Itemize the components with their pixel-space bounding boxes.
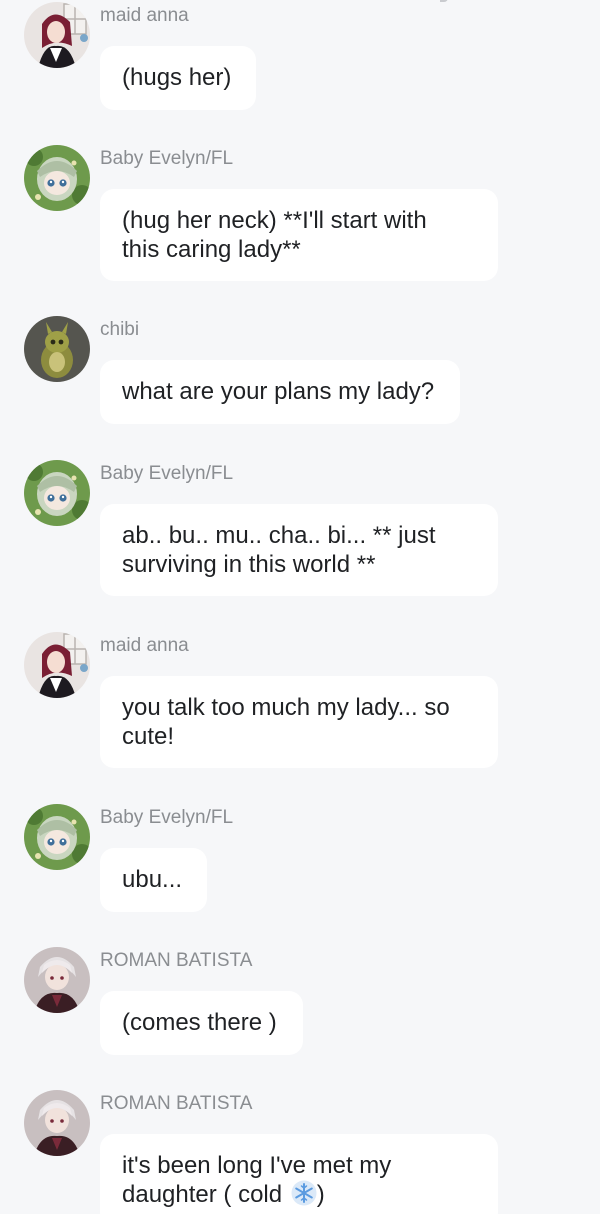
message-bubble[interactable]: (comes there ) xyxy=(100,991,303,1055)
message-text-suffix: ) xyxy=(316,1181,325,1208)
message-bubble[interactable]: you talk too much my lady... so cute! xyxy=(100,676,498,768)
sender-name: maid anna xyxy=(100,5,189,26)
baby-evelyn-avatar[interactable] xyxy=(24,804,90,870)
sender-name: Baby Evelyn/FL xyxy=(100,148,234,169)
message-text: ubu... xyxy=(122,866,183,893)
message-text: what are your plans my lady? xyxy=(122,378,435,405)
message-text: you talk too much my lady... so cute! xyxy=(122,694,450,750)
roman-batista-avatar[interactable] xyxy=(24,1090,90,1156)
message-bubble[interactable]: it's been long I've met my daughter ( co… xyxy=(100,1134,498,1214)
sender-name: ROMAN BATISTA xyxy=(100,950,253,971)
baby-evelyn-avatar[interactable] xyxy=(24,460,90,526)
chibi-avatar[interactable] xyxy=(24,316,90,382)
sender-name: chibi xyxy=(100,319,140,340)
message-text: (comes there ) xyxy=(122,1009,277,1036)
roman-batista-avatar[interactable] xyxy=(24,947,90,1013)
message-bubble[interactable]: (hugs her) xyxy=(100,46,256,110)
message-bubble[interactable]: (hug her neck) **I'll start with this ca… xyxy=(100,189,498,281)
baby-evelyn-avatar[interactable] xyxy=(24,145,90,211)
maid-anna-avatar[interactable] xyxy=(24,2,90,68)
message-text: (hugs her) xyxy=(122,64,232,91)
message-text: it's been long I've met my daughter ( co… xyxy=(122,1152,392,1208)
message-bubble[interactable]: ab.. bu.. mu.. cha.. bi... ** just survi… xyxy=(100,504,498,596)
sender-name: Baby Evelyn/FL xyxy=(100,807,234,828)
maid-anna-avatar[interactable] xyxy=(24,632,90,698)
snowflake-icon xyxy=(291,1180,317,1206)
sender-name: ROMAN BATISTA xyxy=(100,1093,253,1114)
message-bubble[interactable]: ubu... xyxy=(100,848,207,912)
chat-message-list[interactable]: maid anna (hugs her) Baby Evelyn/FL (hug… xyxy=(0,0,600,1214)
sender-name: maid anna xyxy=(100,635,189,656)
message-bubble[interactable]: what are your plans my lady? xyxy=(100,360,460,424)
previous-message-fragment xyxy=(440,0,448,2)
sender-name: Baby Evelyn/FL xyxy=(100,463,234,484)
message-text: (hug her neck) **I'll start with this ca… xyxy=(122,207,427,263)
message-text: ab.. bu.. mu.. cha.. bi... ** just survi… xyxy=(122,522,436,578)
